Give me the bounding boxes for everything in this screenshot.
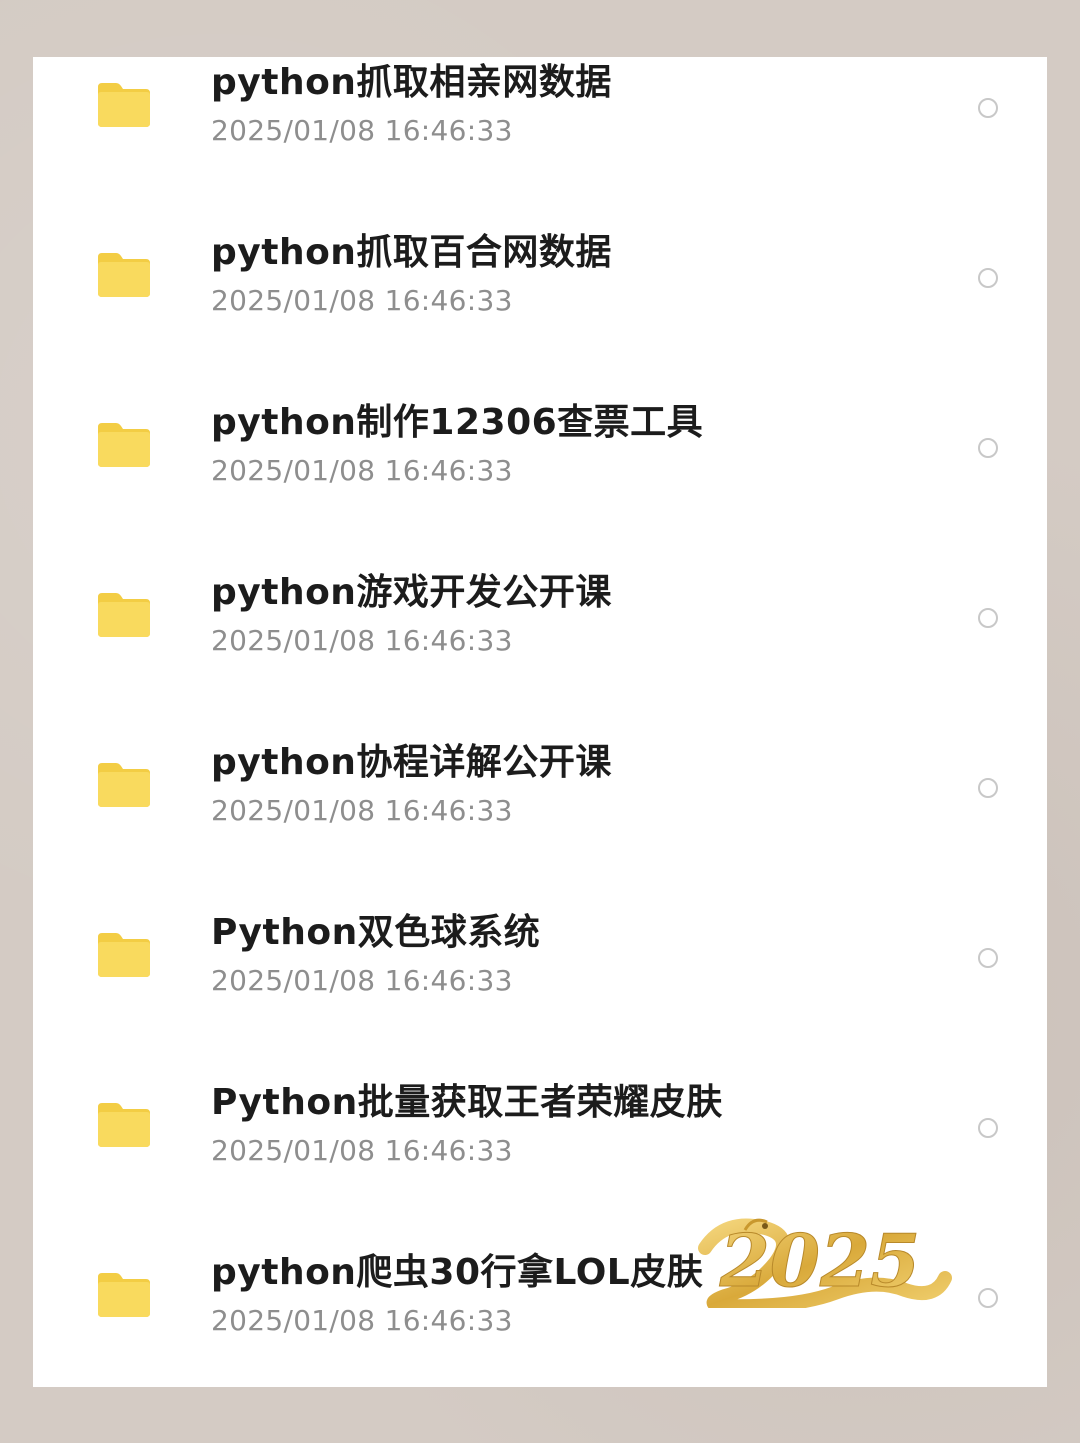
- file-list-panel: python抓取相亲网数据 2025/01/08 16:46:33 python…: [33, 57, 1047, 1387]
- file-row[interactable]: python制作12306查票工具 2025/01/08 16:46:33: [33, 397, 1047, 567]
- file-date: 2025/01/08 16:46:33: [211, 964, 513, 997]
- folder-icon: [98, 1273, 150, 1317]
- file-name: python游戏开发公开课: [211, 572, 612, 613]
- select-radio[interactable]: [978, 608, 998, 628]
- file-row[interactable]: python抓取百合网数据 2025/01/08 16:46:33: [33, 227, 1047, 397]
- file-date: 2025/01/08 16:46:33: [211, 1304, 513, 1337]
- select-radio[interactable]: [978, 1118, 998, 1138]
- file-name: python协程详解公开课: [211, 742, 612, 783]
- file-row[interactable]: python抓取相亲网数据 2025/01/08 16:46:33: [33, 57, 1047, 227]
- select-radio[interactable]: [978, 778, 998, 798]
- file-row[interactable]: Python双色球系统 2025/01/08 16:46:33: [33, 907, 1047, 1077]
- file-date: 2025/01/08 16:46:33: [211, 284, 513, 317]
- file-name: python抓取相亲网数据: [211, 62, 612, 103]
- sticker-text: 2025: [719, 1218, 920, 1303]
- folder-icon: [98, 933, 150, 977]
- folder-icon: [98, 253, 150, 297]
- select-radio[interactable]: [978, 98, 998, 118]
- file-date: 2025/01/08 16:46:33: [211, 454, 513, 487]
- select-radio[interactable]: [978, 1288, 998, 1308]
- file-name: Python批量获取王者荣耀皮肤: [211, 1082, 723, 1123]
- folder-icon: [98, 763, 150, 807]
- file-name: python抓取百合网数据: [211, 232, 612, 273]
- file-name: python制作12306查票工具: [211, 402, 704, 443]
- year-2025-sticker: 2025: [698, 1218, 952, 1308]
- file-name: Python双色球系统: [211, 912, 541, 953]
- file-row[interactable]: python游戏开发公开课 2025/01/08 16:46:33: [33, 567, 1047, 737]
- folder-icon: [98, 1103, 150, 1147]
- select-radio[interactable]: [978, 948, 998, 968]
- folder-icon: [98, 423, 150, 467]
- file-date: 2025/01/08 16:46:33: [211, 794, 513, 827]
- file-date: 2025/01/08 16:46:33: [211, 1134, 513, 1167]
- folder-icon: [98, 83, 150, 127]
- folder-icon: [98, 593, 150, 637]
- select-radio[interactable]: [978, 438, 998, 458]
- file-name: python爬虫30行拿LOL皮肤: [211, 1252, 704, 1293]
- file-row[interactable]: python协程详解公开课 2025/01/08 16:46:33: [33, 737, 1047, 907]
- file-date: 2025/01/08 16:46:33: [211, 624, 513, 657]
- select-radio[interactable]: [978, 268, 998, 288]
- file-date: 2025/01/08 16:46:33: [211, 114, 513, 147]
